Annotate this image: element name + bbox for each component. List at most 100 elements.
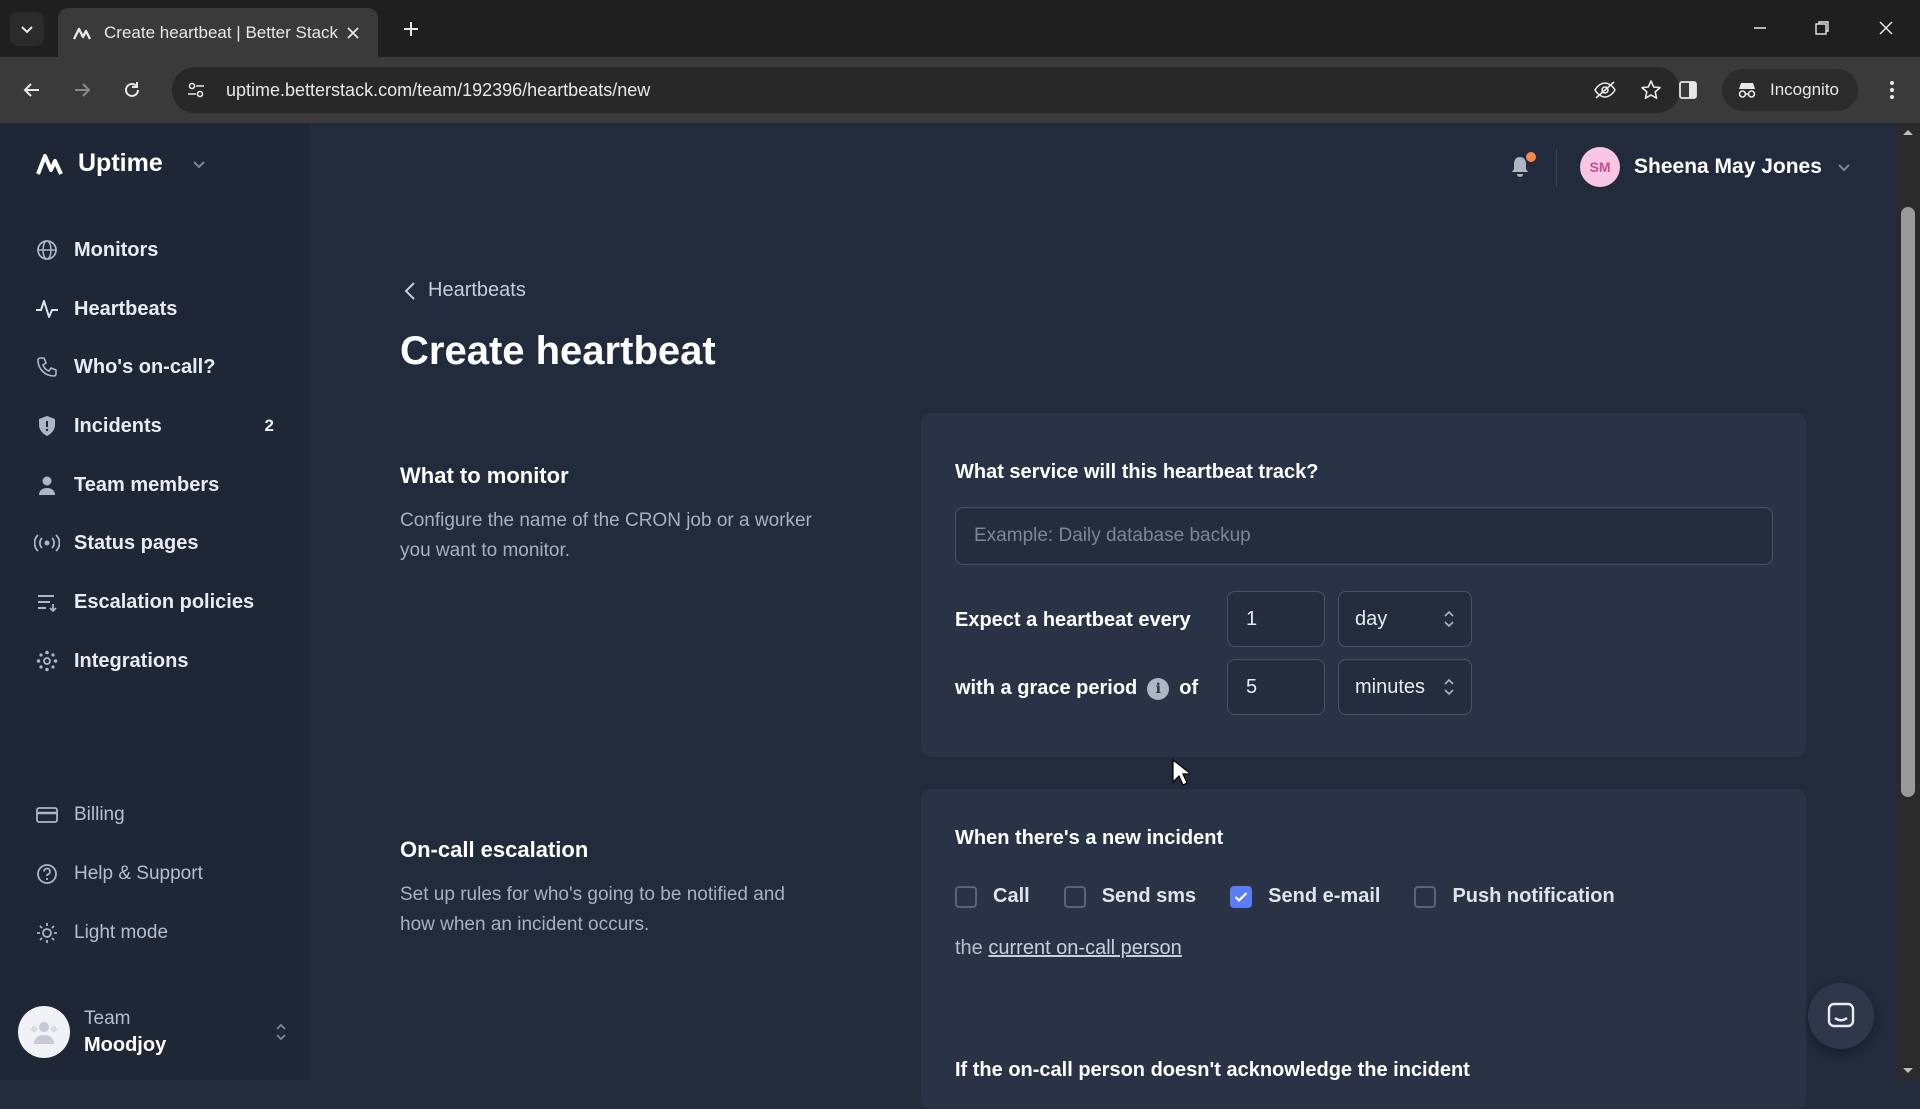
expect-heartbeat-label: Expect a heartbeat every	[955, 609, 1191, 632]
scroll-down-icon[interactable]	[1896, 1064, 1920, 1078]
grace-period-unit-value: minutes	[1355, 675, 1426, 698]
notifications-button[interactable]	[1502, 149, 1538, 185]
checkbox-box[interactable]	[1063, 885, 1086, 908]
grace-period-input[interactable]: 5	[1227, 659, 1325, 715]
heartbeat-interval-input[interactable]: 1	[1227, 591, 1325, 647]
broadcast-icon	[34, 530, 60, 556]
sidebar-item-integrations[interactable]: Integrations	[34, 641, 274, 681]
escalation-rule-label: If the on-call person doesn't acknowledg…	[955, 1059, 1470, 1081]
more-vertical-icon	[1890, 81, 1894, 99]
grace-period-label: with a grace period i of	[955, 677, 1198, 700]
sidebar-item-label: Incidents	[74, 414, 162, 437]
chevron-down-icon	[1838, 164, 1850, 172]
call-checkbox[interactable]: Call	[955, 885, 1030, 908]
send-sms-label: Send sms	[1101, 885, 1197, 907]
heartbeat-interval-unit-value: day	[1355, 607, 1388, 630]
sidebar-item-status-pages[interactable]: Status pages	[34, 523, 274, 563]
checkbox-box-checked[interactable]	[1230, 885, 1253, 908]
sidebar-item-label: Team members	[74, 473, 220, 496]
sidebar-item-label: Status pages	[74, 531, 199, 554]
team-label: Team	[84, 1007, 131, 1029]
close-window-button[interactable]	[1866, 10, 1906, 46]
plus-icon	[404, 22, 418, 36]
scroll-up-icon[interactable]	[1896, 125, 1920, 139]
integrations-icon	[34, 648, 60, 674]
page-title: Create heartbeat	[400, 329, 716, 373]
sidebar-item-escalation-policies[interactable]: Escalation policies	[34, 582, 274, 622]
sidebar-item-incidents[interactable]: Incidents 2	[34, 406, 274, 446]
team-name: Moodjoy	[84, 1033, 167, 1056]
sidebar-item-on-call[interactable]: Who's on-call?	[34, 347, 274, 387]
monitor-settings-card: What service will this heartbeat track? …	[921, 413, 1806, 757]
send-sms-checkbox[interactable]: Send sms	[1063, 885, 1197, 908]
restore-button[interactable]	[1802, 10, 1842, 46]
minimize-button[interactable]	[1740, 10, 1780, 46]
team-switcher[interactable]: Team Moodjoy	[18, 1001, 288, 1063]
address-bar[interactable]: uptime.betterstack.com/team/192396/heart…	[172, 67, 1680, 113]
send-email-label: Send e-mail	[1268, 885, 1381, 907]
chat-icon	[1827, 1002, 1855, 1028]
browser-tab[interactable]: Create heartbeat | Better Stack	[58, 8, 378, 57]
section-title-what-to-monitor: What to monitor	[400, 463, 569, 488]
uptime-logo-icon	[36, 153, 63, 175]
shield-icon	[34, 413, 60, 439]
reload-button[interactable]	[114, 72, 150, 108]
chevron-down-icon	[193, 160, 205, 168]
sidebar-item-light-mode[interactable]: Light mode	[34, 913, 274, 953]
forward-button[interactable]	[64, 72, 100, 108]
info-icon[interactable]: i	[1147, 677, 1170, 700]
sidebar-item-monitors[interactable]: Monitors	[34, 230, 274, 270]
page-scrollbar[interactable]	[1896, 123, 1920, 1080]
grace-period-unit-select[interactable]: minutes	[1338, 659, 1472, 715]
sidebar: Uptime Monitors Heartbeats Who's on-call…	[0, 123, 309, 1080]
betterstack-favicon-icon	[72, 27, 92, 40]
incognito-label: Incognito	[1770, 80, 1839, 99]
sidebar-item-label: Light mode	[74, 922, 169, 943]
notification-dot	[1526, 152, 1536, 162]
arrow-left-icon	[23, 83, 39, 97]
support-chat-button[interactable]	[1808, 983, 1874, 1049]
site-settings-icon[interactable]	[186, 80, 206, 100]
call-label: Call	[993, 885, 1030, 907]
sidebar-item-billing[interactable]: Billing	[34, 795, 274, 835]
bookmark-star-icon[interactable]	[1636, 75, 1666, 105]
browser-menu-button[interactable]	[1874, 72, 1910, 108]
card-icon	[34, 802, 60, 828]
incognito-indicator[interactable]: Incognito	[1722, 69, 1858, 111]
product-switcher[interactable]: Uptime	[36, 149, 207, 178]
team-icon	[31, 1022, 57, 1044]
section-description-what-to-monitor: Configure the name of the CRON job or a …	[400, 510, 812, 561]
push-notification-label: Push notification	[1452, 885, 1615, 907]
side-panel-icon	[1679, 81, 1697, 99]
user-menu[interactable]: SM Sheena May Jones	[1580, 147, 1852, 187]
close-icon	[1879, 21, 1893, 35]
side-panel-button[interactable]	[1670, 72, 1706, 108]
sidebar-item-heartbeats[interactable]: Heartbeats	[34, 289, 274, 329]
incognito-icon	[1738, 83, 1756, 98]
url-text[interactable]: uptime.betterstack.com/team/192396/heart…	[226, 80, 1574, 101]
service-question-label: What service will this heartbeat track?	[955, 461, 1319, 483]
service-name-input[interactable]	[955, 507, 1773, 565]
tab-search-button[interactable]	[10, 12, 44, 46]
current-on-call-person-link[interactable]: current on-call person	[988, 937, 1181, 959]
sidebar-item-help[interactable]: Help & Support	[34, 854, 274, 894]
heartbeat-interval-unit-select[interactable]: day	[1338, 591, 1472, 647]
grace-period-of-text: of	[1179, 677, 1199, 699]
sidebar-item-label: Escalation policies	[74, 590, 255, 613]
scrollbar-thumb[interactable]	[1901, 207, 1915, 797]
reload-icon	[125, 82, 139, 97]
breadcrumb-back-link[interactable]: Heartbeats	[404, 279, 526, 302]
notify-target-prefix: the	[955, 937, 983, 959]
tracking-protection-eye-icon[interactable]	[1590, 75, 1620, 105]
new-incident-label: When there's a new incident	[955, 827, 1224, 849]
notification-methods: Call Send sms Send e-mail Push notificat…	[955, 885, 1649, 908]
sidebar-item-team-members[interactable]: Team members	[34, 465, 274, 505]
close-tab-icon[interactable]	[342, 22, 364, 44]
tab-title: Create heartbeat | Better Stack	[104, 22, 339, 42]
push-notification-checkbox[interactable]: Push notification	[1414, 885, 1615, 908]
checkbox-box[interactable]	[1414, 885, 1437, 908]
new-tab-button[interactable]	[396, 14, 426, 44]
back-button[interactable]	[14, 72, 50, 108]
send-email-checkbox[interactable]: Send e-mail	[1230, 885, 1380, 908]
checkbox-box[interactable]	[955, 885, 977, 908]
